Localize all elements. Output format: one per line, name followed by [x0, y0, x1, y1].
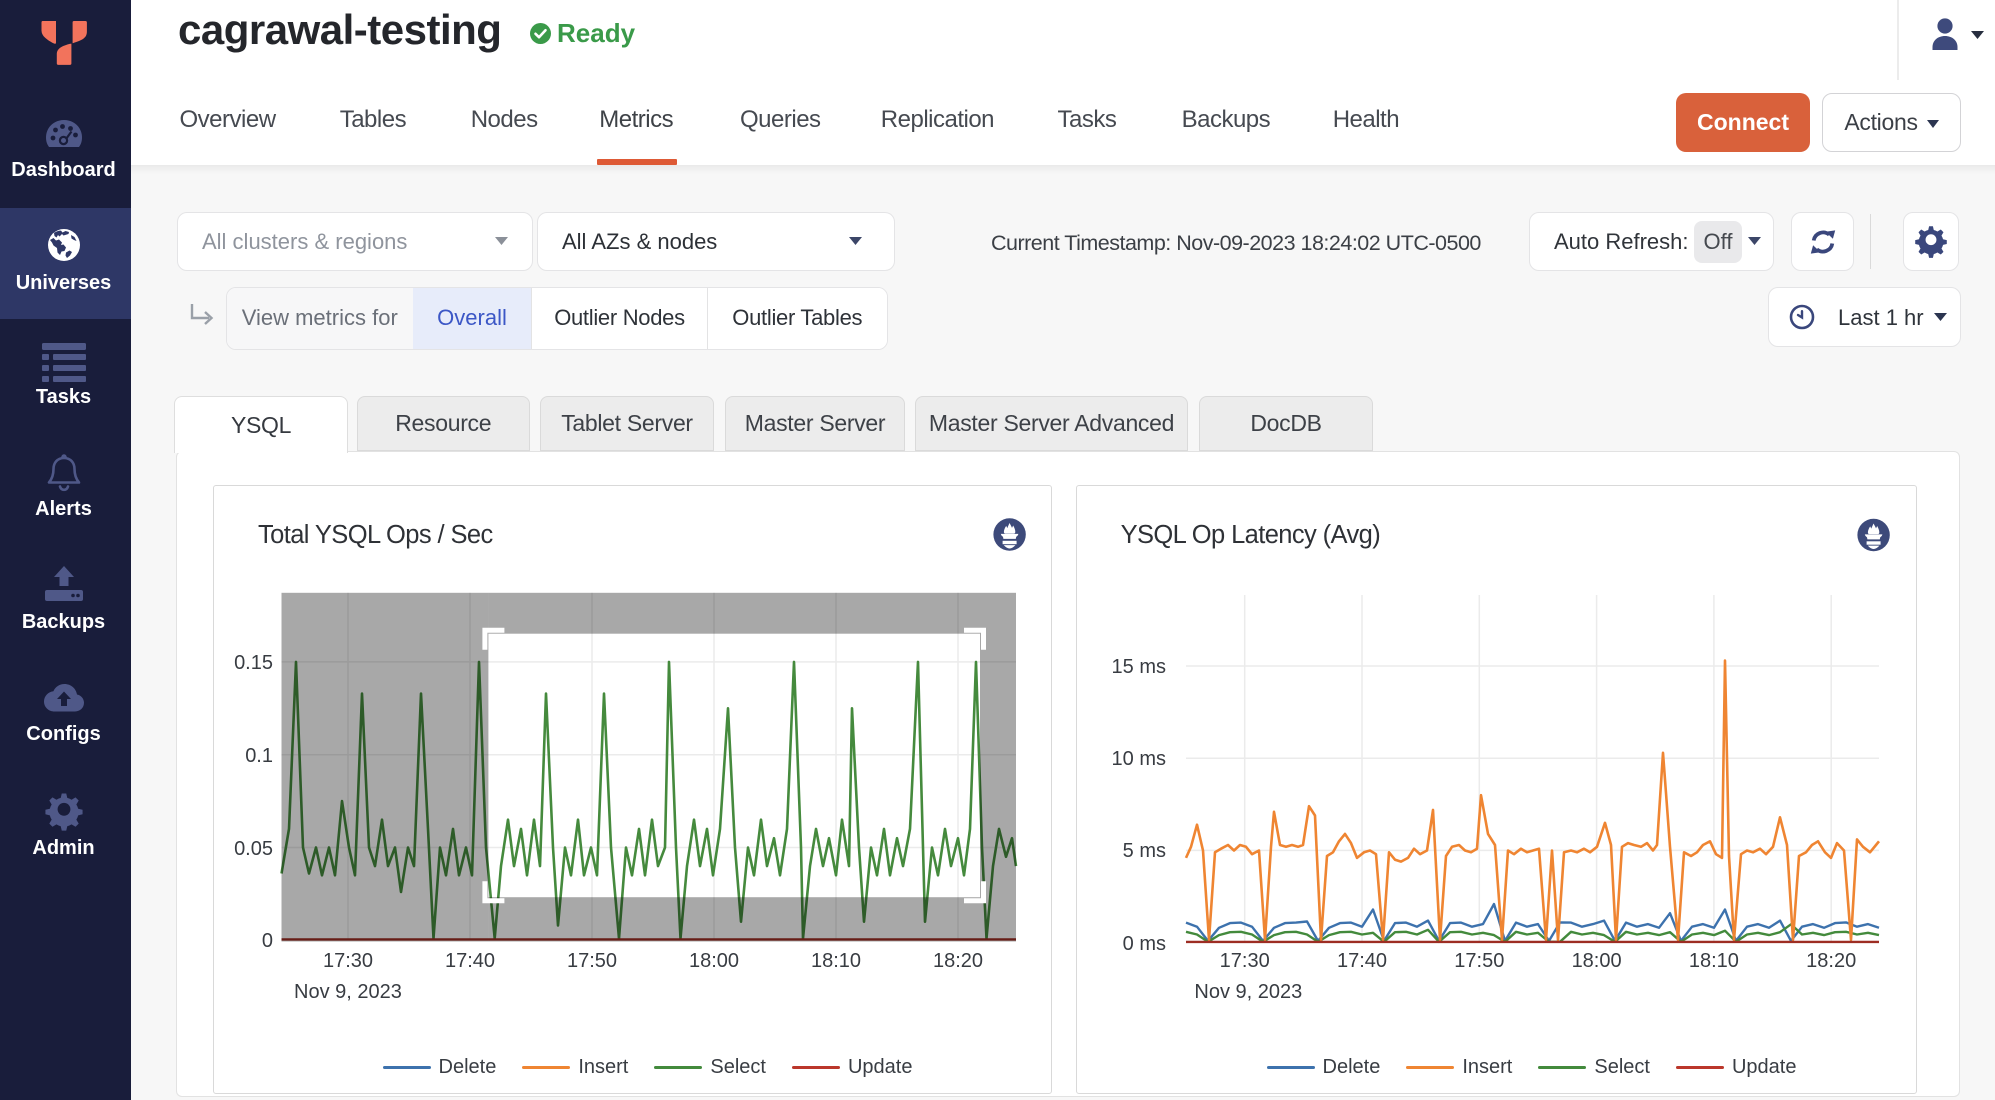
- svg-text:Total YSQL Ops / Sec: Total YSQL Ops / Sec: [258, 521, 493, 549]
- svg-text:5 ms: 5 ms: [1123, 840, 1166, 862]
- svg-text:17:40: 17:40: [1337, 950, 1387, 972]
- svg-text:18:00: 18:00: [1572, 950, 1622, 972]
- svg-text:18:20: 18:20: [933, 950, 983, 972]
- svg-text:0.05: 0.05: [234, 838, 273, 860]
- svg-text:17:50: 17:50: [1454, 950, 1504, 972]
- svg-text:Nov 9, 2023: Nov 9, 2023: [294, 981, 402, 1003]
- svg-text:18:10: 18:10: [1689, 950, 1739, 972]
- svg-text:0.15: 0.15: [234, 652, 273, 674]
- svg-text:15 ms: 15 ms: [1112, 656, 1166, 678]
- svg-text:0 ms: 0 ms: [1123, 933, 1166, 955]
- svg-text:Nov 9, 2023: Nov 9, 2023: [1194, 981, 1302, 1003]
- svg-text:17:30: 17:30: [323, 950, 373, 972]
- svg-text:YSQL Op Latency (Avg): YSQL Op Latency (Avg): [1121, 521, 1381, 549]
- svg-text:17:30: 17:30: [1220, 950, 1270, 972]
- svg-text:0.1: 0.1: [245, 745, 273, 767]
- svg-text:18:20: 18:20: [1806, 950, 1856, 972]
- svg-text:17:40: 17:40: [445, 950, 495, 972]
- svg-text:17:50: 17:50: [567, 950, 617, 972]
- svg-text:10 ms: 10 ms: [1112, 748, 1166, 770]
- svg-text:18:00: 18:00: [689, 950, 739, 972]
- svg-text:0: 0: [262, 930, 273, 952]
- svg-text:18:10: 18:10: [811, 950, 861, 972]
